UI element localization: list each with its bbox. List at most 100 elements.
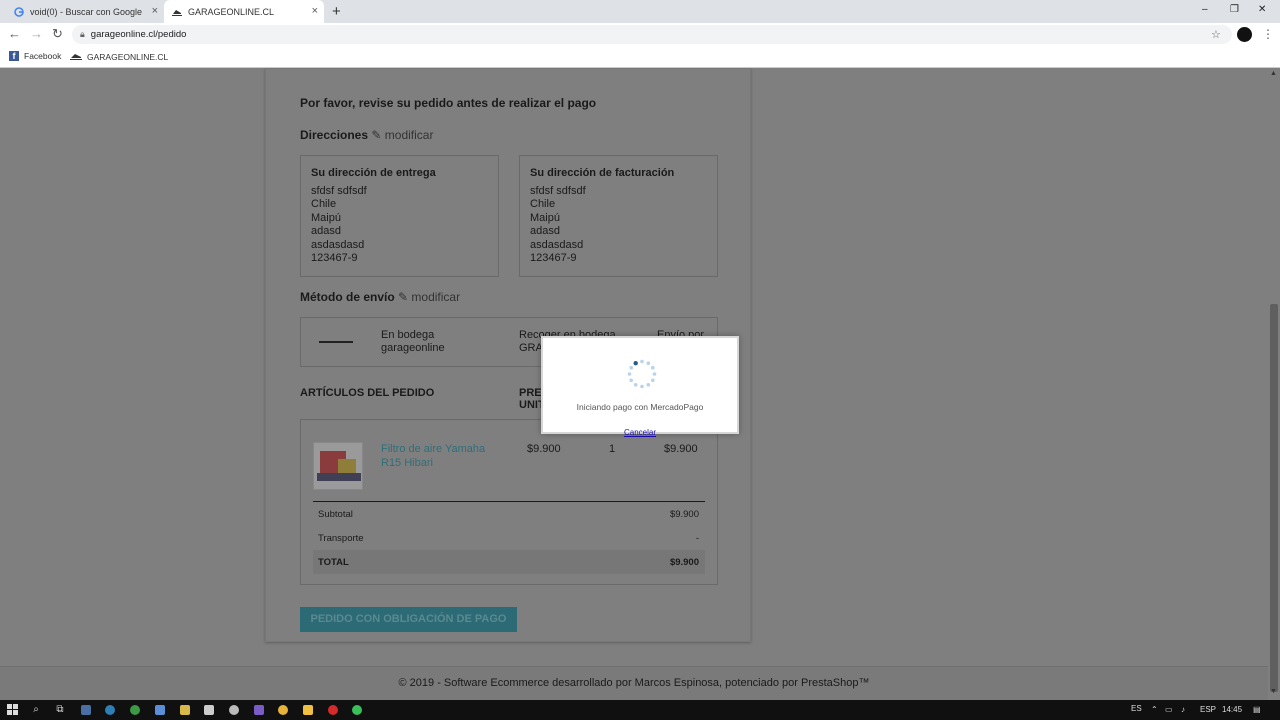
bookmarks-bar: f Facebook GARAGEONLINE.CL <box>0 46 1280 68</box>
url-text: garageonline.cl/pedido <box>90 29 187 40</box>
subtotal-row: Subtotal $9.900 <box>313 502 705 526</box>
app-icon[interactable] <box>204 705 214 715</box>
close-tab-icon[interactable]: × <box>152 5 158 17</box>
app-icon[interactable] <box>180 705 190 715</box>
shipping-heading-text: Método de envío <box>300 290 395 304</box>
product-name-link[interactable]: Filtro de aire Yamaha R15 Hibari <box>381 442 485 470</box>
total-value: $9.900 <box>669 557 699 568</box>
address-line: Chile <box>530 198 556 211</box>
address-line: 123467-9 <box>530 252 577 265</box>
bookmark-label: GARAGEONLINE.CL <box>87 52 169 62</box>
keyboard-layout[interactable]: ESP <box>1200 705 1216 714</box>
carrier-name-line: garageonline <box>381 342 445 354</box>
clock[interactable]: 14:45 <box>1222 705 1242 714</box>
addresses-heading-text: Direcciones <box>300 128 369 142</box>
billing-address-box: Su dirección de facturación sfdsf sdfsdf… <box>519 155 718 277</box>
close-tab-icon[interactable]: × <box>312 5 318 17</box>
menu-kebab-icon[interactable]: ⋮ <box>1262 27 1274 41</box>
delivery-address-box: Su dirección de entrega sfdsf sdfsdf Chi… <box>300 155 499 277</box>
total-label: TOTAL <box>318 557 349 568</box>
address-line: sfdsf sdfsdf <box>530 185 586 197</box>
items-heading: ARTÍCULOS DEL PEDIDO <box>300 387 435 399</box>
address-bar[interactable]: 🔒︎ garageonline.cl/pedido <box>72 25 1232 44</box>
subtotal-value: $9.900 <box>669 509 699 520</box>
modal-message: Iniciando pago con MercadoPago <box>576 402 704 412</box>
loading-spinner-icon <box>627 359 657 389</box>
forward-arrow-icon[interactable]: → <box>30 26 43 41</box>
task-view-icon[interactable]: ⧉ <box>54 704 66 716</box>
back-arrow-icon[interactable]: ← <box>8 26 21 41</box>
page-scrollbar[interactable]: ▲ ▼ <box>1268 68 1280 700</box>
carrier-name: En bodega garageonline <box>381 329 445 355</box>
address-line: Chile <box>311 198 337 211</box>
modify-addresses-link[interactable]: ✎ modificar <box>371 128 433 142</box>
bookmark-label: Facebook <box>24 51 62 61</box>
scroll-thumb[interactable] <box>1270 304 1278 692</box>
network-icon[interactable]: ▭ <box>1165 705 1173 714</box>
tab-strip: void(0) - Buscar con Google × GARAGEONLI… <box>0 0 1280 23</box>
page-title: Por favor, revise su pedido antes de rea… <box>300 96 597 110</box>
modal-cancel-link[interactable]: Cancelar <box>543 428 737 437</box>
product-name-line: Filtro de aire Yamaha <box>381 443 486 455</box>
shipping-heading: Método de envío ✎ modificar <box>300 290 460 304</box>
product-image[interactable] <box>313 442 363 490</box>
app-icon[interactable] <box>229 705 239 715</box>
google-favicon-icon <box>14 6 24 17</box>
bookmark-garageonline[interactable]: GARAGEONLINE.CL <box>70 51 168 63</box>
line-total: $9.900 <box>664 443 698 455</box>
opera-icon[interactable] <box>328 705 338 715</box>
app-icon[interactable] <box>155 705 165 715</box>
transport-label: Transporte <box>318 533 364 544</box>
whatsapp-icon[interactable] <box>352 705 362 715</box>
app-icon[interactable] <box>130 705 140 715</box>
windows-taskbar: ⌕ ⧉ ES ⌃ ▭ ♪ ESP 14:45 ▤ <box>0 700 1280 720</box>
addresses-heading: Direcciones ✎ modificar <box>300 128 433 142</box>
app-icon[interactable] <box>105 705 115 715</box>
scroll-up-icon[interactable]: ▲ <box>1270 70 1277 77</box>
scroll-down-icon[interactable]: ▼ <box>1270 688 1277 695</box>
volume-icon[interactable]: ♪ <box>1181 705 1185 714</box>
chrome-icon[interactable] <box>278 705 288 715</box>
file-explorer-icon[interactable] <box>303 705 313 715</box>
lock-icon: 🔒︎ <box>80 29 85 39</box>
subtotal-label: Subtotal <box>318 509 353 520</box>
new-tab-button[interactable]: + <box>332 3 341 20</box>
windows-start-icon[interactable] <box>6 704 18 716</box>
product-name-line: R15 Hibari <box>381 457 433 469</box>
garage-favicon-icon <box>172 7 182 17</box>
address-line: Maipú <box>530 211 560 224</box>
restore-button[interactable]: ❐ <box>1230 4 1239 15</box>
minimize-button[interactable]: – <box>1202 4 1208 15</box>
address-line: asdasdasd <box>530 238 584 251</box>
bookmark-star-icon[interactable]: ☆ <box>1211 28 1221 41</box>
tray-chevron-icon[interactable]: ⌃ <box>1151 705 1158 714</box>
language-indicator[interactable]: ES <box>1131 704 1142 713</box>
order-items-box: Filtro de aire Yamaha R15 Hibari $9.900 … <box>300 419 718 585</box>
close-window-button[interactable]: ✕ <box>1258 4 1266 15</box>
tab-google-search[interactable]: void(0) - Buscar con Google × <box>6 0 164 23</box>
tab-label: GARAGEONLINE.CL <box>188 6 275 17</box>
address-line: sfdsf sdfsdf <box>311 185 367 197</box>
address-line: 123467-9 <box>311 252 358 265</box>
app-icon[interactable] <box>254 705 264 715</box>
quantity: 1 <box>609 443 616 455</box>
pencil-icon: ✎ <box>398 290 409 304</box>
browser-toolbar: ← → ↻ 🔒︎ garageonline.cl/pedido ☆ ⋮ <box>0 23 1280 46</box>
reload-icon[interactable]: ↻ <box>52 26 63 42</box>
billing-address-title: Su dirección de facturación <box>530 167 675 179</box>
tab-garageonline[interactable]: GARAGEONLINE.CL × <box>164 0 324 23</box>
notifications-icon[interactable]: ▤ <box>1253 705 1261 714</box>
app-icon[interactable] <box>81 705 91 715</box>
search-icon[interactable]: ⌕ <box>30 704 42 716</box>
place-order-button[interactable]: PEDIDO CON OBLIGACIÓN DE PAGO <box>300 607 517 632</box>
address-line: Maipú <box>311 211 341 224</box>
facebook-icon: f <box>9 51 19 61</box>
profile-avatar[interactable] <box>1237 27 1252 42</box>
tab-label: void(0) - Buscar con Google <box>30 6 143 17</box>
bookmark-facebook[interactable]: f Facebook <box>9 51 61 61</box>
modify-shipping-link[interactable]: ✎ modificar <box>398 290 460 304</box>
page-footer: © 2019 - Software Ecommerce desarrollado… <box>0 666 1268 700</box>
unit-price: $9.900 <box>527 443 561 455</box>
modify-label: modificar <box>384 128 434 142</box>
pencil-icon: ✎ <box>371 128 382 142</box>
